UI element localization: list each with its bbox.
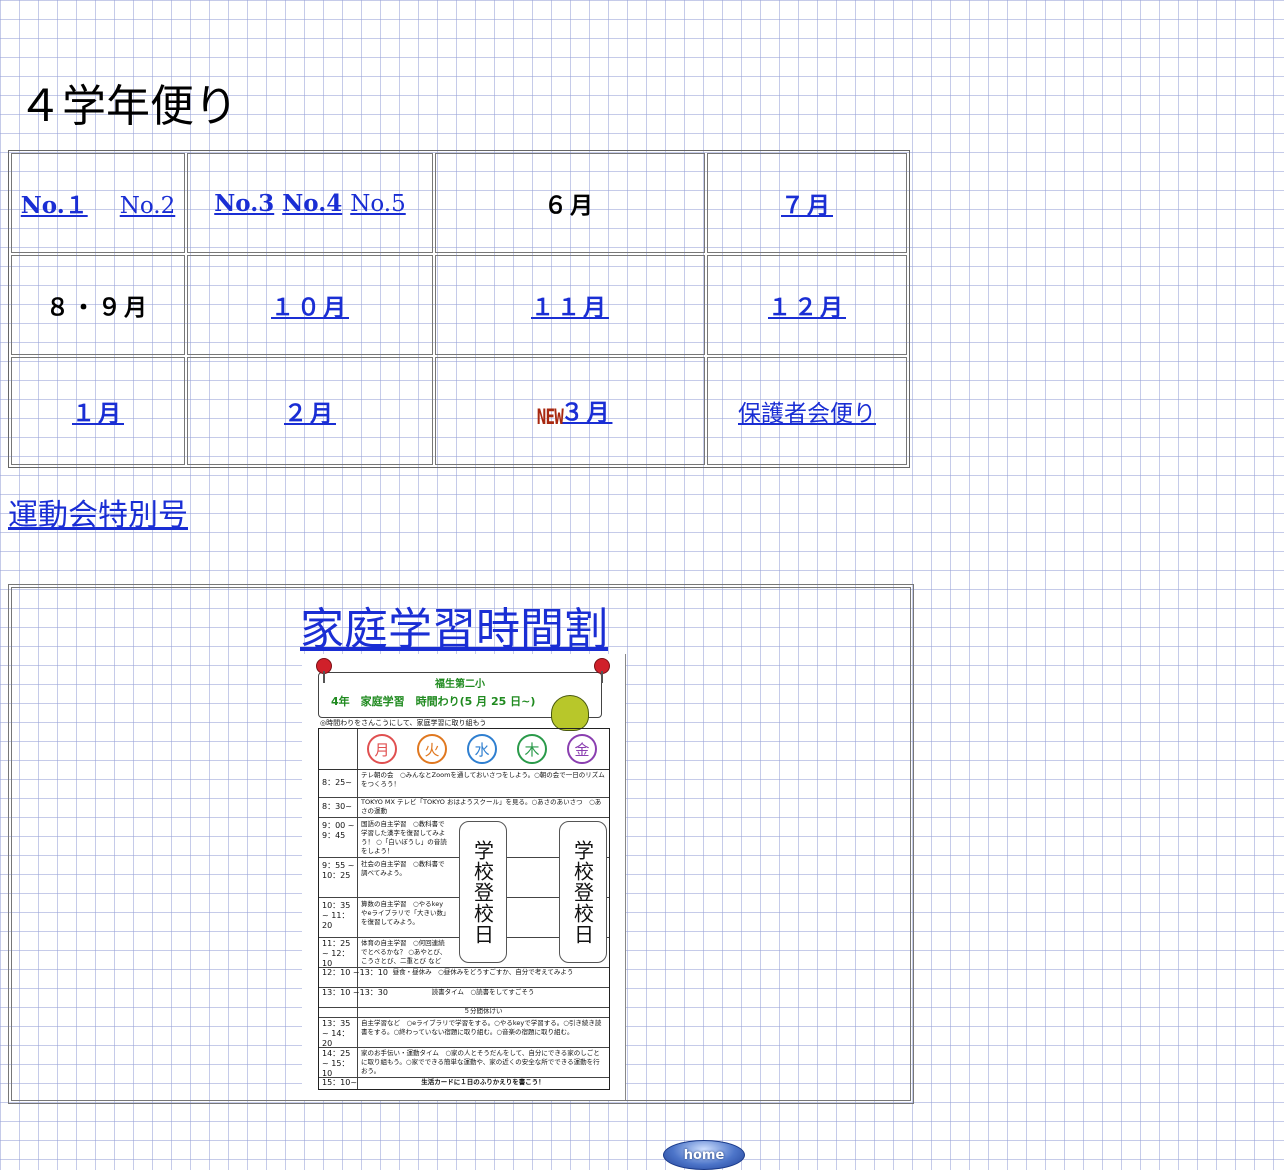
cell-october: １０月 bbox=[187, 255, 433, 355]
timetable-row: 13：35 ~ 14：20 自主学習など ○eライブラリで学習をする。○やるke… bbox=[319, 1017, 609, 1048]
cell-november: １１月 bbox=[435, 255, 705, 355]
cell-no1-no2: No.１ No.2 bbox=[11, 153, 185, 253]
timetable-note: ◎時間わりをさんこうにして、家庭学習に取り組もう bbox=[320, 719, 487, 727]
cell-guardians-letter: 保護者会便り bbox=[707, 357, 907, 465]
cell-no3-no5: No.3 No.4 No.5 bbox=[187, 153, 433, 253]
timetable-grid: 月 火 水 木 金 8：25~ テレ朝の会 ○みんなとZoomを通しておいさつを… bbox=[318, 728, 610, 1090]
home-button[interactable]: home bbox=[663, 1140, 745, 1170]
link-july[interactable]: ７月 bbox=[781, 193, 833, 219]
link-no5[interactable]: No.5 bbox=[350, 191, 406, 217]
school-name: 福生第二小 bbox=[435, 679, 485, 690]
link-february[interactable]: ２月 bbox=[284, 401, 336, 427]
day-friday: 金 bbox=[567, 734, 597, 764]
row-text: 生活カードに１日のふりかえりを書こう！ bbox=[421, 1078, 545, 1086]
cell-february: ２月 bbox=[187, 357, 433, 465]
row-text: 体育の自主学習 ○何回連続でとべるかな？ ○あやとび、こうさとび、二重とび など bbox=[361, 939, 447, 965]
cell-december: １２月 bbox=[707, 255, 907, 355]
day-header-row: 月 火 水 木 金 bbox=[319, 729, 609, 770]
school-day-box-friday: 学校登校日 bbox=[559, 821, 607, 963]
timetable-row: 8：30~ TOKYO MX テレビ「TOKYO おはようスクール」を見る。○あ… bbox=[319, 797, 609, 818]
row-time: 8：25~ bbox=[322, 778, 352, 787]
new-badge: NEW bbox=[536, 405, 563, 429]
row-text: ５分間休けい bbox=[463, 1007, 503, 1015]
cell-march: NEW３月 bbox=[435, 357, 705, 465]
row-time: 13：35 ~ 14：20 bbox=[322, 1019, 351, 1048]
link-sports-day-special[interactable]: 運動会特別号 bbox=[8, 490, 188, 534]
day-thursday: 木 bbox=[517, 734, 547, 764]
row-text: 昼食・昼休み ○昼休みをどうすごすか、自分で考えてみよう bbox=[392, 968, 574, 976]
row-time: 15：10~ bbox=[322, 1078, 358, 1087]
cell-july: ７月 bbox=[707, 153, 907, 253]
link-home-study-schedule[interactable]: 家庭学習時間割 bbox=[300, 593, 608, 657]
cell-june: ６月 bbox=[435, 153, 705, 253]
link-march[interactable]: ３月 bbox=[560, 400, 612, 426]
link-december[interactable]: １２月 bbox=[768, 295, 846, 321]
schedule-section: 家庭学習時間割 福生第二小 4年 家庭学習 時間わり(5 月 25 日~) ◎時… bbox=[8, 584, 914, 1104]
page-title: ４学年便り bbox=[18, 81, 238, 132]
row-time: 14：25 ~ 15：10 bbox=[322, 1049, 351, 1078]
timetable-heading: 4年 家庭学習 時間わり(5 月 25 日~) bbox=[331, 695, 536, 708]
timetable-banner: 福生第二小 4年 家庭学習 時間わり(5 月 25 日~) bbox=[318, 672, 602, 731]
pushpin-left-icon bbox=[316, 658, 332, 683]
link-no3[interactable]: No.3 bbox=[214, 190, 274, 217]
pushpin-right-icon bbox=[594, 658, 610, 683]
link-no2[interactable]: No.2 bbox=[120, 193, 176, 219]
day-wednesday: 水 bbox=[467, 734, 497, 764]
row-text: TOKYO MX テレビ「TOKYO おはようスクール」を見る。○あさのあいさつ… bbox=[361, 798, 602, 815]
timetable-row: 15：10~ 生活カードに１日のふりかえりを書こう！ bbox=[319, 1077, 609, 1089]
timetable-row: 8：25~ テレ朝の会 ○みんなとZoomを通しておいさつをしよう。○朝の会で一… bbox=[319, 769, 609, 798]
timetable-row: 13：10 ~13：30 読書タイム ○読書をしてすごそう bbox=[319, 987, 609, 1008]
monthly-letters-table: No.１ No.2 No.3 No.4 No.5 ６月 ７月 ８・９月 １０月 … bbox=[8, 150, 910, 468]
row-time: 10：35 ~ 11：20 bbox=[322, 901, 351, 930]
cell-january: １月 bbox=[11, 357, 185, 465]
schedule-inner-frame: 家庭学習時間割 福生第二小 4年 家庭学習 時間わり(5 月 25 日~) ◎時… bbox=[11, 587, 911, 1101]
timetable-image[interactable]: 福生第二小 4年 家庭学習 時間わり(5 月 25 日~) ◎時間わりをさんこう… bbox=[302, 654, 626, 1100]
school-day-box-wednesday: 学校登校日 bbox=[459, 821, 507, 963]
label-june: ６月 bbox=[544, 193, 596, 219]
row-text: 読書タイム ○読書をしてすごそう bbox=[431, 988, 535, 996]
timetable-row: 12：10 ~13：10 昼食・昼休み ○昼休みをどうすごすか、自分で考えてみよ… bbox=[319, 967, 609, 988]
row-time: 9：00 ~ 9：45 bbox=[322, 821, 355, 840]
row-text: 社会の自主学習 ○教科書で調べてみよう。 bbox=[361, 860, 445, 877]
row-text: 国語の自主学習 ○教科書で学習した漢字を復習してみよう！ ○「白いぼうし」の音読… bbox=[361, 820, 447, 855]
row-time: 11：25 ~ 12：10 bbox=[322, 939, 351, 968]
cell-aug-sep: ８・９月 bbox=[11, 255, 185, 355]
day-monday: 月 bbox=[367, 734, 397, 764]
row-time: 8：30~ bbox=[322, 802, 352, 811]
home-button-label: home bbox=[683, 1148, 725, 1163]
label-aug-sep: ８・９月 bbox=[46, 295, 150, 321]
link-november[interactable]: １１月 bbox=[531, 295, 609, 321]
row-text: 自主学習など ○eライブラリで学習をする。○やるkeyで学習する。○引き続き読書… bbox=[361, 1019, 602, 1036]
row-time: 9：55 ~ 10：25 bbox=[322, 861, 355, 880]
row-text: 算数の自主学習 ○やるkeyやeライブラリで「大きい数」を復習してみよう。 bbox=[361, 900, 447, 926]
link-january[interactable]: １月 bbox=[72, 401, 124, 427]
link-guardians-letter[interactable]: 保護者会便り bbox=[738, 401, 876, 427]
row-text: 家のお手伝い・運動タイム ○家の人とそうだんをして、自分にできる家のしごとに取り… bbox=[361, 1049, 600, 1075]
link-no1[interactable]: No.１ bbox=[21, 192, 88, 219]
link-no4[interactable]: No.4 bbox=[282, 190, 342, 217]
row-text: テレ朝の会 ○みんなとZoomを通しておいさつをしよう。○朝の会で一日のリズムを… bbox=[361, 771, 605, 788]
link-october[interactable]: １０月 bbox=[271, 295, 349, 321]
timetable-row: 14：25 ~ 15：10 家のお手伝い・運動タイム ○家の人とそうだんをして、… bbox=[319, 1047, 609, 1078]
mascot-icon bbox=[551, 695, 589, 731]
day-tuesday: 火 bbox=[417, 734, 447, 764]
